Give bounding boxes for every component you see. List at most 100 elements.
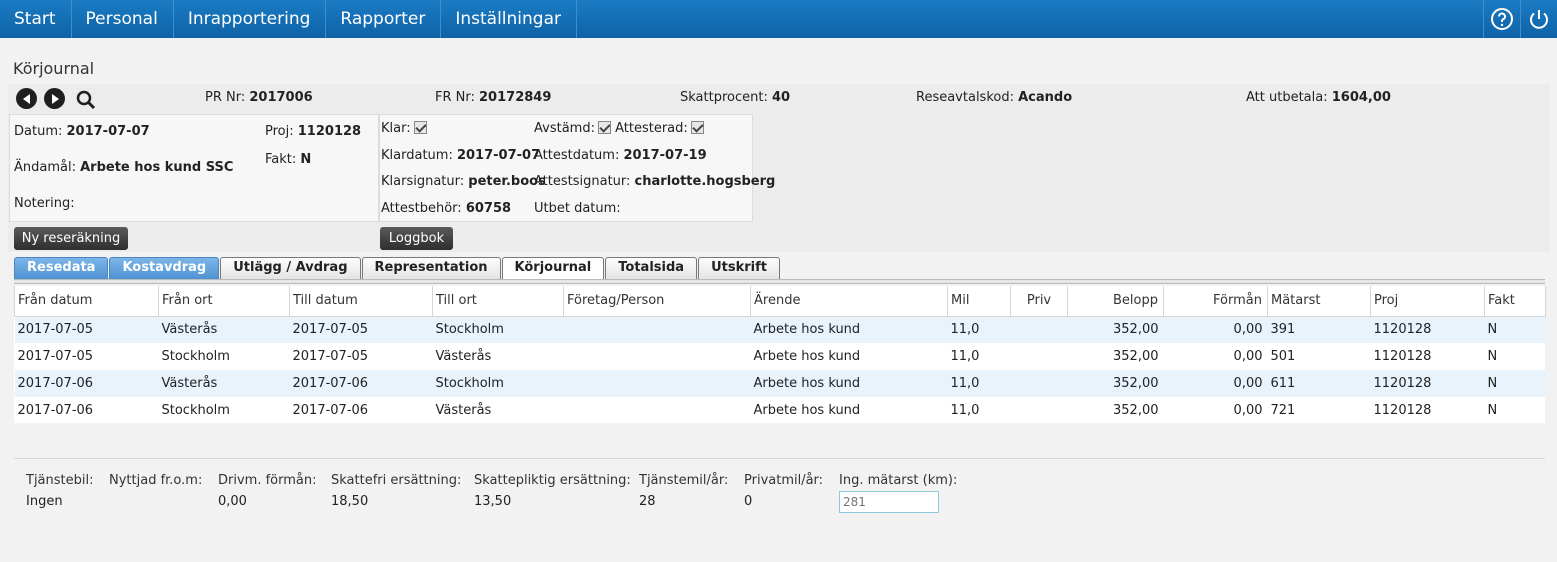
next-button[interactable] bbox=[44, 88, 65, 109]
col-header-forman[interactable]: Förmån bbox=[1163, 286, 1268, 317]
col-header-proj[interactable]: Proj bbox=[1370, 286, 1485, 317]
cell-forman: 0,00 bbox=[1233, 349, 1263, 364]
tjanstebil-label: Tjänstebil: bbox=[26, 473, 94, 488]
cell-matarst: 611 bbox=[1267, 370, 1371, 397]
col-header-fakt[interactable]: Fakt bbox=[1484, 286, 1546, 317]
ing-matarst-label: Ing. mätarst (km): bbox=[839, 473, 958, 488]
cell-fakt: N bbox=[1484, 316, 1546, 343]
cell-fran-ort: Västerås bbox=[158, 370, 290, 397]
tab-totalsida[interactable]: Totalsida bbox=[605, 257, 698, 279]
cell-priv bbox=[1011, 397, 1068, 424]
help-icon[interactable] bbox=[1483, 0, 1520, 38]
cell-till-datum: 2017-07-06 bbox=[292, 403, 369, 418]
tab-resedata[interactable]: Resedata bbox=[14, 257, 109, 279]
tab-kostavdrag[interactable]: Kostavdrag bbox=[109, 257, 220, 279]
power-icon[interactable] bbox=[1520, 0, 1557, 38]
tab-utlagg-avdrag[interactable]: Utlägg / Avdrag bbox=[220, 257, 361, 279]
cell-mil: 11,0 bbox=[950, 349, 980, 364]
avstamd-field: Avstämd: Attesterad: bbox=[534, 121, 704, 136]
table-row[interactable]: 2017-07-06 Stockholm 2017-07-06 Västerås… bbox=[15, 397, 1546, 424]
previous-button[interactable] bbox=[16, 88, 37, 109]
klar-field: Klar: bbox=[381, 121, 427, 136]
table-row[interactable]: 2017-07-05 Stockholm 2017-07-05 Västerås… bbox=[15, 343, 1546, 370]
cell-proj: 1120128 bbox=[1373, 349, 1432, 364]
tab-representation[interactable]: Representation bbox=[361, 257, 501, 279]
cell-mil: 11,0 bbox=[947, 316, 1011, 343]
cell-forman: 0,00 bbox=[1163, 370, 1268, 397]
col-header-matarst[interactable]: Mätarst bbox=[1267, 286, 1371, 317]
arrow-right-icon bbox=[51, 93, 59, 104]
attesterad-checkbox[interactable] bbox=[690, 121, 704, 134]
cell-arende: Arbete hos kund bbox=[753, 403, 861, 418]
utbet-datum-field: Utbet datum: bbox=[534, 201, 621, 216]
cell-till-ort: Stockholm bbox=[432, 370, 564, 397]
page-title: Körjournal bbox=[13, 59, 95, 78]
table-row[interactable]: 2017-07-06 Västerås 2017-07-06 Stockholm… bbox=[14, 370, 1546, 397]
cell-priv bbox=[1010, 370, 1068, 397]
col-header-till-datum[interactable]: Till datum bbox=[289, 286, 433, 317]
drivm-value: 0,00 bbox=[218, 494, 247, 509]
cell-belopp: 352,00 bbox=[1113, 349, 1159, 364]
cell-fran-ort: Västerås bbox=[158, 316, 290, 343]
tab-korjournal[interactable]: Körjournal bbox=[501, 257, 605, 279]
cell-matarst: 501 bbox=[1270, 349, 1296, 364]
nav-personal[interactable]: Personal bbox=[72, 0, 174, 38]
col-header-till-ort[interactable]: Till ort bbox=[432, 286, 564, 317]
col-header-foretag-person[interactable]: Företag/Person bbox=[563, 286, 751, 317]
tjanstemil-label: Tjänstemil/år: bbox=[639, 473, 729, 488]
cell-belopp: 352,00 bbox=[1113, 403, 1159, 418]
cell-matarst: 721 bbox=[1270, 403, 1296, 418]
cell-proj: 1120128 bbox=[1370, 316, 1485, 343]
top-nav: Start Personal Inrapportering Rapporter … bbox=[0, 0, 1557, 38]
cell-fakt: N bbox=[1487, 349, 1498, 364]
korjournal-table: Från datum Från ort Till datum Till ort … bbox=[14, 286, 1546, 424]
loggbok-button[interactable]: Loggbok bbox=[380, 227, 453, 250]
cell-arende: Arbete hos kund bbox=[753, 349, 861, 364]
privatmil-value: 0 bbox=[744, 494, 753, 509]
cell-priv bbox=[1011, 343, 1068, 370]
datum-field: Datum: 2017-07-07 bbox=[14, 124, 150, 139]
reseavtalskod: Reseavtalskod: Acando bbox=[916, 90, 1073, 105]
cell-matarst: 391 bbox=[1267, 316, 1371, 343]
attestbehor-field: Attestbehör: 60758 bbox=[381, 201, 512, 216]
tab-utskrift[interactable]: Utskrift bbox=[698, 257, 780, 279]
nav-inrapportering[interactable]: Inrapportering bbox=[174, 0, 327, 38]
skattepliktig-value: 13,50 bbox=[474, 494, 512, 509]
skattefri-value: 18,50 bbox=[331, 494, 369, 509]
cell-fran-datum: 2017-07-05 bbox=[14, 316, 159, 343]
nav-start[interactable]: Start bbox=[0, 0, 72, 38]
fr-nr: FR Nr: 20172849 bbox=[435, 90, 552, 105]
cell-forman: 0,00 bbox=[1163, 316, 1268, 343]
table-row[interactable]: 2017-07-05 Västerås 2017-07-05 Stockholm… bbox=[14, 316, 1546, 343]
cell-till-datum: 2017-07-06 bbox=[289, 370, 433, 397]
col-header-fran-datum[interactable]: Från datum bbox=[14, 286, 159, 317]
cell-fran-ort: Stockholm bbox=[161, 403, 230, 418]
col-header-mil[interactable]: Mil bbox=[947, 286, 1011, 317]
avstamd-checkbox[interactable] bbox=[597, 121, 611, 134]
col-header-arende[interactable]: Ärende bbox=[750, 286, 948, 317]
cell-till-ort: Stockholm bbox=[432, 316, 564, 343]
klar-checkbox[interactable] bbox=[413, 121, 427, 134]
cell-mil: 11,0 bbox=[947, 370, 1011, 397]
nav-installningar[interactable]: Inställningar bbox=[441, 0, 577, 38]
cell-belopp: 352,00 bbox=[1067, 316, 1164, 343]
tab-bar: Resedata Kostavdrag Utlägg / Avdrag Repr… bbox=[14, 257, 781, 279]
cell-proj: 1120128 bbox=[1373, 403, 1432, 418]
cell-foretag-person bbox=[564, 397, 751, 424]
privatmil-label: Privatmil/år: bbox=[744, 473, 824, 488]
cell-belopp: 352,00 bbox=[1067, 370, 1164, 397]
col-header-belopp[interactable]: Belopp bbox=[1067, 286, 1164, 317]
ny-reserakning-button[interactable]: Ny reseräkning bbox=[14, 227, 128, 250]
summary-divider bbox=[14, 458, 1545, 459]
skattprocent: Skattprocent: 40 bbox=[680, 90, 791, 105]
col-header-fran-ort[interactable]: Från ort bbox=[158, 286, 290, 317]
col-header-priv[interactable]: Priv bbox=[1010, 286, 1068, 317]
cell-fakt: N bbox=[1487, 403, 1498, 418]
search-icon[interactable] bbox=[75, 89, 97, 111]
nav-rapporter[interactable]: Rapporter bbox=[326, 0, 442, 38]
andamal-field: Ändamål: Arbete hos kund SSC bbox=[14, 160, 234, 175]
cell-till-ort: Västerås bbox=[435, 349, 492, 364]
cell-fakt: N bbox=[1484, 370, 1546, 397]
cell-fran-datum: 2017-07-06 bbox=[17, 403, 94, 418]
ing-matarst-input[interactable] bbox=[839, 491, 939, 513]
